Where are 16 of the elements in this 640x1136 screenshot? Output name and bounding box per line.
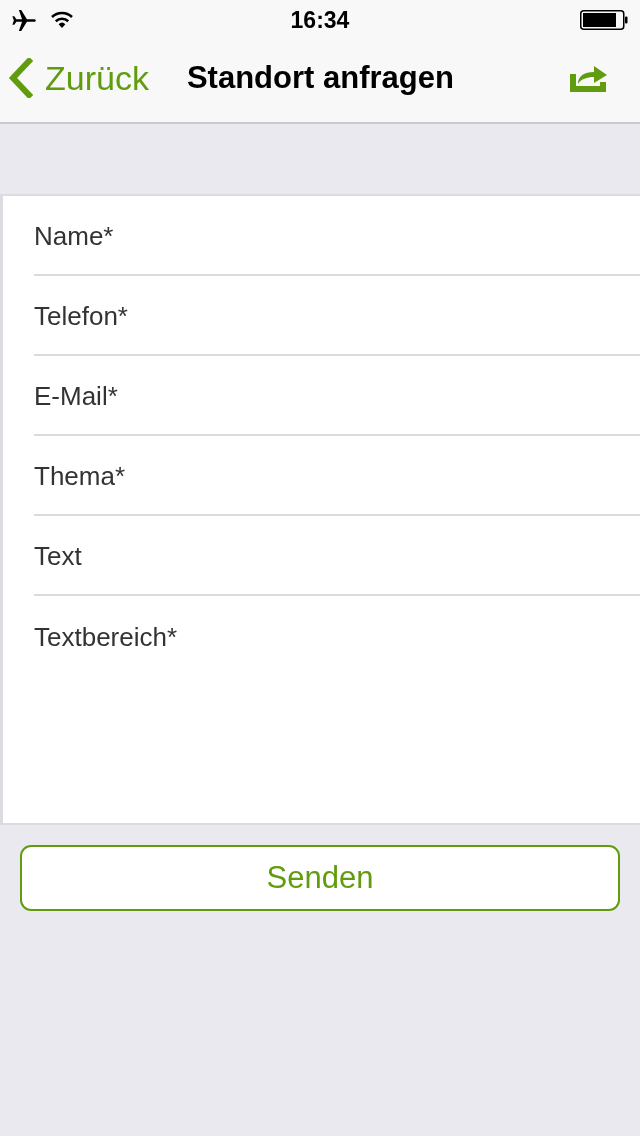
input-field[interactable]: Telefon* xyxy=(0,276,640,356)
airplane-icon xyxy=(12,9,36,31)
send-button[interactable]: Senden xyxy=(20,845,620,911)
battery-icon xyxy=(580,10,628,30)
back-button[interactable]: Zurück xyxy=(8,58,149,98)
input-field[interactable]: Name* xyxy=(0,194,640,276)
share-icon xyxy=(570,64,608,92)
input-field[interactable]: Text xyxy=(0,516,640,596)
screen-title: Standort anfragen xyxy=(186,60,455,96)
wifi-icon xyxy=(50,11,74,29)
chevron-left-icon xyxy=(8,58,33,98)
input-field[interactable]: E-Mail* xyxy=(0,356,640,436)
share-button[interactable] xyxy=(570,64,608,92)
text-area[interactable]: Textbereich* xyxy=(0,596,640,825)
input-field[interactable]: Thema* xyxy=(0,436,640,516)
status-time: 16:34 xyxy=(290,6,350,34)
